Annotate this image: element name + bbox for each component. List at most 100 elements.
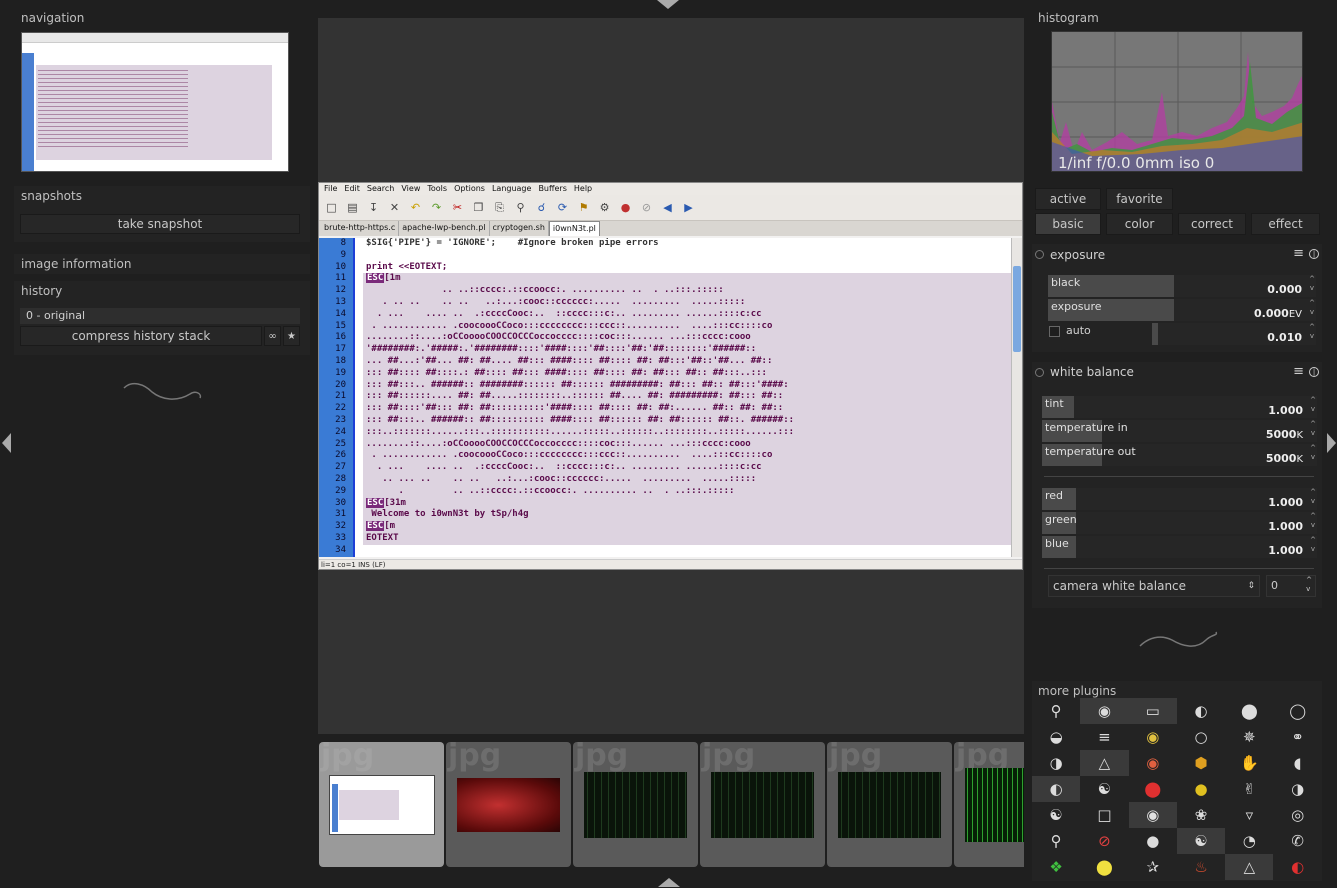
tab-favorite[interactable]: favorite: [1106, 188, 1173, 210]
tab-correct[interactable]: correct: [1178, 213, 1246, 235]
blue-slider[interactable]: blue 1.000 ^ v: [1042, 536, 1317, 558]
navigation-thumbnail[interactable]: [21, 32, 289, 172]
plugin-channel-mixer-icon[interactable]: ◉: [1080, 698, 1129, 724]
plugin-watermark-icon[interactable]: ◉: [1128, 802, 1177, 828]
plugin-zone-system-icon[interactable]: ◎: [1273, 802, 1321, 828]
menu-buffers: Buffers: [538, 184, 567, 193]
plugin-graduated-density-icon[interactable]: ◒: [1032, 724, 1080, 750]
plugin-lowpass-icon[interactable]: ⚲: [1032, 828, 1080, 854]
plugin-invert-icon[interactable]: ◖: [1273, 750, 1321, 776]
white-balance-preset-select[interactable]: camera white balance ⇕: [1048, 575, 1260, 597]
line-number: 21: [335, 391, 346, 402]
plugin-lens-icon[interactable]: △: [1080, 750, 1129, 776]
exposure-reset-icon[interactable]: |: [1309, 249, 1319, 259]
create-style-icon[interactable]: ∞: [264, 326, 281, 346]
plugin-color-wheel-icon[interactable]: ⬤: [1080, 854, 1128, 880]
white-balance-power-icon[interactable]: [1035, 368, 1044, 377]
plugin-profile-icon[interactable]: ◐: [1273, 854, 1321, 880]
temperature-in-slider[interactable]: temperature in 5000K ^ v: [1042, 420, 1317, 442]
line-number: 32: [335, 521, 346, 532]
plugin-base-curve-icon[interactable]: △: [1225, 854, 1274, 880]
plugin-denoise-icon[interactable]: ✋: [1225, 750, 1273, 776]
tab-active[interactable]: active: [1035, 188, 1101, 210]
plugin-tone-curve-icon[interactable]: ◑: [1032, 750, 1080, 776]
history-item[interactable]: 0 - original: [20, 308, 300, 324]
filmstrip-thumbnail[interactable]: jpg: [446, 742, 571, 867]
plugin-color-zones-icon[interactable]: ◉: [1129, 750, 1177, 776]
find-replace-icon: ☌: [537, 201, 546, 214]
plugin-color-balance-icon[interactable]: ◔: [1225, 828, 1273, 854]
editor-statusbar: li=1 co=1 INS (LF): [319, 559, 1022, 569]
compress-history-button[interactable]: compress history stack: [20, 326, 262, 346]
filmstrip-thumbnail[interactable]: jpg: [827, 742, 952, 867]
line-number: 34: [335, 544, 346, 555]
plugin-color-transfer-icon[interactable]: ◉: [1129, 724, 1177, 750]
exposure-presets-icon[interactable]: ≡: [1293, 246, 1304, 261]
tint-slider[interactable]: tint 1.000 ^ v: [1042, 396, 1317, 418]
temperature-out-slider[interactable]: temperature out 5000K ^ v: [1042, 444, 1317, 466]
filmstrip-thumbnail[interactable]: jpg: [319, 742, 444, 867]
plugin-levels-icon[interactable]: ≡: [1080, 724, 1128, 750]
snapshots-title: snapshots: [21, 189, 82, 203]
plugin-lowlight-icon[interactable]: ◑: [1273, 776, 1321, 802]
plugin-splittoning-icon[interactable]: ☯: [1080, 776, 1128, 802]
take-snapshot-button[interactable]: take snapshot: [20, 214, 300, 234]
editor-toolbar: □ ▤ ↧ ✕ ↶ ↷ ✂ ❐ ⎘ ⚲ ☌ ⟳ ⚑ ⚙ ● ⊘ ◀ ▶: [319, 195, 1022, 221]
line-number: 25: [335, 438, 346, 449]
left-panel-toggle-icon[interactable]: [2, 433, 11, 453]
auto-checkbox[interactable]: [1049, 326, 1060, 337]
auto-percentile-slider[interactable]: 0.010 ^ v: [1152, 323, 1316, 345]
plugin-vignette-icon[interactable]: ◯: [1273, 698, 1321, 724]
filmstrip-thumbnail[interactable]: jpg: [573, 742, 698, 867]
filmstrip-thumbnail[interactable]: jpg: [954, 742, 1024, 867]
auto-label: auto: [1066, 324, 1091, 337]
editor-scrollbar: [1011, 238, 1022, 557]
red-slider[interactable]: red 1.000 ^ v: [1042, 488, 1317, 510]
plugin-frame-icon[interactable]: □: [1080, 802, 1128, 828]
bottom-panel-toggle-icon[interactable]: [658, 878, 680, 887]
exposure-module: exposure ≡ | black 0.000 ^ v exposure 0.0…: [1032, 244, 1322, 352]
green-slider[interactable]: green 1.000 ^ v: [1042, 512, 1317, 534]
apply-style-icon[interactable]: ★: [283, 326, 300, 346]
plugin-curve-icon[interactable]: ⚭: [1273, 724, 1321, 750]
white-balance-finetune-spinner[interactable]: 0 ^ v: [1266, 575, 1316, 597]
tab-effect[interactable]: effect: [1251, 213, 1320, 235]
plugin-hot-pixels-icon[interactable]: ⊘: [1080, 828, 1128, 854]
tint-value: 1.000: [1268, 404, 1303, 417]
image-information-section[interactable]: image information: [14, 254, 310, 274]
tab-color[interactable]: color: [1106, 213, 1173, 235]
exposure-power-icon[interactable]: [1035, 250, 1044, 259]
plugin-fill-light-icon[interactable]: ▿: [1225, 802, 1273, 828]
exposure-slider[interactable]: exposure 0.000EV ^ v: [1048, 299, 1316, 321]
white-balance-presets-icon[interactable]: ≡: [1293, 364, 1304, 379]
plugin-equalizer-icon[interactable]: ❀: [1177, 802, 1225, 828]
line-number: 31: [335, 509, 346, 520]
plugin-highpass-icon[interactable]: ●: [1177, 776, 1225, 802]
top-panel-toggle-icon[interactable]: [657, 0, 679, 9]
plugin-grain-icon[interactable]: ✵: [1225, 724, 1273, 750]
plugin-spot-removal-icon[interactable]: ⚲: [1032, 698, 1080, 724]
black-slider[interactable]: black 0.000 ^ v: [1048, 275, 1316, 297]
plugin-bloom-icon[interactable]: ✌: [1225, 776, 1273, 802]
plugin-crop-rotate-icon[interactable]: ▭: [1128, 698, 1177, 724]
plugin-retouch-icon[interactable]: ✆: [1273, 828, 1321, 854]
plugin-local-contrast-icon[interactable]: ☯: [1176, 828, 1226, 854]
plugin-shadows-highlights-icon[interactable]: ◐: [1177, 698, 1225, 724]
right-panel-toggle-icon[interactable]: [1327, 433, 1336, 453]
white-balance-reset-icon[interactable]: |: [1309, 367, 1319, 377]
plugin-color-correction-icon[interactable]: ⬢: [1177, 750, 1225, 776]
plugin-temperature-icon[interactable]: ♨: [1177, 854, 1225, 880]
tab-basic[interactable]: basic: [1035, 213, 1101, 235]
plugin-sharpen-icon[interactable]: ☯: [1032, 802, 1080, 828]
image-preview[interactable]: File Edit Search View Tools Options Lang…: [318, 182, 1023, 570]
plugin-circle-icon[interactable]: ○: [1177, 724, 1225, 750]
plugin-liquify-icon[interactable]: ✰: [1129, 854, 1177, 880]
plugin-rgb-icon[interactable]: ❖: [1032, 854, 1080, 880]
plugin-contrast-icon[interactable]: ⬤: [1225, 698, 1273, 724]
plugin-monochrome-icon[interactable]: ◐: [1032, 776, 1081, 802]
plugin-velvia-icon[interactable]: ⬤: [1129, 776, 1177, 802]
plugin-soften-icon[interactable]: ●: [1129, 828, 1177, 854]
exposure-unit: EV: [1288, 309, 1302, 320]
histogram[interactable]: 1/inf f/0.0 0mm iso 0: [1051, 31, 1303, 172]
filmstrip-thumbnail[interactable]: jpg: [700, 742, 825, 867]
